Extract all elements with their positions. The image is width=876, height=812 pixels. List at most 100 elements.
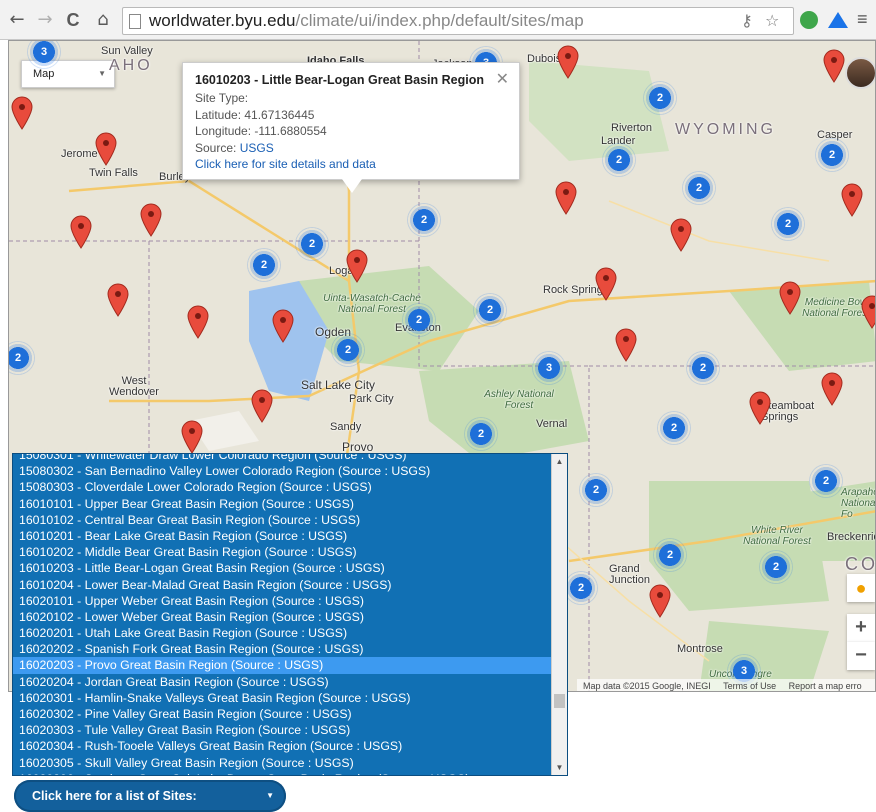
forward-button[interactable]: →: [34, 9, 56, 31]
site-cluster[interactable]: 2: [657, 411, 691, 445]
site-list-item[interactable]: 16010203 - Little Bear-Logan Great Basin…: [13, 560, 553, 576]
site-list-item[interactable]: 15080301 - Whitewater Draw Lower Colorad…: [13, 454, 553, 463]
terms-of-use-link[interactable]: Terms of Use: [723, 681, 776, 691]
site-cluster[interactable]: 2: [759, 550, 793, 584]
site-list-item[interactable]: 15080302 - San Bernadino Valley Lower Co…: [13, 463, 553, 479]
site-marker-icon[interactable]: [821, 372, 843, 406]
site-cluster[interactable]: 2: [247, 248, 281, 282]
site-list-item[interactable]: 16010101 - Upper Bear Great Basin Region…: [13, 496, 553, 512]
close-icon[interactable]: ✕: [496, 69, 509, 89]
site-cluster[interactable]: 2: [331, 333, 365, 367]
site-list-item[interactable]: 16020303 - Tule Valley Great Basin Regio…: [13, 722, 553, 738]
site-cluster[interactable]: 2: [579, 473, 613, 507]
site-marker-icon[interactable]: [861, 295, 876, 329]
site-marker-icon[interactable]: [841, 183, 863, 217]
site-marker-icon[interactable]: [95, 132, 117, 166]
label-ashley-forest: Ashley National Forest: [484, 389, 554, 411]
site-list-item[interactable]: 16010202 - Middle Bear Great Basin Regio…: [13, 544, 553, 560]
site-list-item[interactable]: 16020101 - Upper Weber Great Basin Regio…: [13, 593, 553, 609]
report-error-link[interactable]: Report a map erro: [789, 681, 862, 691]
site-details-link[interactable]: Click here for site details and data: [195, 157, 376, 171]
site-list-scrollbar[interactable]: ▲ ▼: [551, 454, 567, 775]
site-cluster[interactable]: 2: [402, 303, 436, 337]
site-list-item[interactable]: 16020301 - Hamlin-Snake Valleys Great Ba…: [13, 690, 553, 706]
site-cluster[interactable]: 2: [473, 293, 507, 327]
site-marker-icon[interactable]: [251, 389, 273, 423]
site-marker-icon[interactable]: [649, 584, 671, 618]
site-cluster[interactable]: 2: [407, 203, 441, 237]
site-list-button-label: Click here for a list of Sites:: [32, 789, 197, 803]
user-avatar[interactable]: [845, 57, 875, 89]
reload-button[interactable]: C: [62, 9, 84, 31]
site-list-item[interactable]: 16020304 - Rush-Tooele Valleys Great Bas…: [13, 738, 553, 754]
info-latitude: Latitude: 41.67136445: [195, 107, 315, 122]
label-salt-lake-city: Salt Lake City: [301, 378, 376, 392]
site-marker-icon[interactable]: [749, 391, 771, 425]
page-icon: [129, 14, 141, 29]
site-cluster[interactable]: 2: [682, 171, 716, 205]
scroll-down-icon[interactable]: ▼: [552, 763, 567, 772]
site-cluster[interactable]: 2: [771, 207, 805, 241]
extension-icon[interactable]: [800, 11, 818, 29]
site-list-item[interactable]: 16020203 - Provo Great Basin Region (Sou…: [13, 657, 553, 674]
site-list-item[interactable]: 16020201 - Utah Lake Great Basin Region …: [13, 625, 553, 641]
site-list-item[interactable]: 16010201 - Bear Lake Great Basin Region …: [13, 528, 553, 544]
site-list-item[interactable]: 16020102 - Lower Weber Great Basin Regio…: [13, 609, 553, 625]
address-bar[interactable]: worldwater.byu.edu/climate/ui/index.php/…: [122, 7, 794, 35]
site-marker-icon[interactable]: [779, 281, 801, 315]
browser-menu-icon[interactable]: ≡: [857, 10, 871, 29]
site-cluster[interactable]: 3: [532, 351, 566, 385]
label-sun-valley: Sun Valley: [101, 45, 153, 57]
site-list-toggle-button[interactable]: Click here for a list of Sites: ▼: [14, 780, 286, 812]
site-marker-icon[interactable]: [346, 249, 368, 283]
site-marker-icon[interactable]: [557, 45, 579, 79]
site-list[interactable]: 15080301 - Whitewater Draw Lower Colorad…: [12, 453, 568, 776]
site-marker-icon[interactable]: [107, 283, 129, 317]
scrollbar-thumb[interactable]: [554, 694, 565, 708]
info-longitude: Longitude: -111.6880554: [195, 124, 327, 138]
label-colorado: CO: [845, 554, 876, 574]
site-marker-icon[interactable]: [187, 305, 209, 339]
zoom-in-button[interactable]: +: [847, 614, 875, 642]
site-cluster[interactable]: 2: [295, 227, 329, 261]
site-cluster[interactable]: 2: [564, 571, 598, 605]
site-cluster[interactable]: 2: [815, 138, 849, 172]
site-cluster[interactable]: 2: [464, 417, 498, 451]
site-list-item[interactable]: 16020306 - Southern Great Salt Lake Dese…: [13, 771, 553, 775]
site-marker-icon[interactable]: [615, 328, 637, 362]
chevron-down-icon: ▼: [266, 791, 274, 800]
settings-chip-icon[interactable]: ⚷: [741, 11, 753, 30]
site-list-item[interactable]: 16020202 - Spanish Fork Great Basin Regi…: [13, 641, 553, 657]
zoom-out-button[interactable]: −: [847, 642, 875, 670]
back-button[interactable]: ←: [6, 9, 28, 31]
scroll-up-icon[interactable]: ▲: [552, 457, 567, 466]
site-marker-icon[interactable]: [823, 49, 845, 83]
site-marker-icon[interactable]: [272, 309, 294, 343]
site-cluster[interactable]: 2: [653, 538, 687, 572]
street-view-pegman-icon[interactable]: ●: [847, 574, 875, 602]
site-cluster[interactable]: 2: [809, 464, 843, 498]
site-list-item[interactable]: 16020204 - Jordan Great Basin Region (So…: [13, 674, 553, 690]
site-marker-icon[interactable]: [140, 203, 162, 237]
site-cluster[interactable]: 2: [602, 143, 636, 177]
site-marker-icon[interactable]: [181, 420, 203, 454]
site-marker-icon[interactable]: [70, 215, 92, 249]
bookmark-star-icon[interactable]: ☆: [765, 11, 779, 30]
source-link[interactable]: USGS: [240, 141, 274, 155]
site-marker-icon[interactable]: [595, 267, 617, 301]
site-cluster[interactable]: 2: [643, 81, 677, 115]
site-marker-icon[interactable]: [670, 218, 692, 252]
home-button[interactable]: ⌂: [92, 9, 114, 31]
site-list-item[interactable]: 15080303 - Cloverdale Lower Colorado Reg…: [13, 479, 553, 495]
site-list-item[interactable]: 16010102 - Central Bear Great Basin Regi…: [13, 512, 553, 528]
site-list-item[interactable]: 16020305 - Skull Valley Great Basin Regi…: [13, 755, 553, 771]
site-list-item[interactable]: 16010204 - Lower Bear-Malad Great Basin …: [13, 577, 553, 593]
chevron-down-icon: ▼: [98, 69, 106, 78]
site-marker-icon[interactable]: [11, 96, 33, 130]
site-marker-icon[interactable]: [555, 181, 577, 215]
site-cluster[interactable]: 2: [686, 351, 720, 385]
extension-icon-2[interactable]: [828, 12, 848, 28]
url-text: worldwater.byu.edu/climate/ui/index.php/…: [149, 11, 584, 31]
label-wyoming: WYOMING: [675, 121, 776, 138]
site-list-item[interactable]: 16020302 - Pine Valley Great Basin Regio…: [13, 706, 553, 722]
